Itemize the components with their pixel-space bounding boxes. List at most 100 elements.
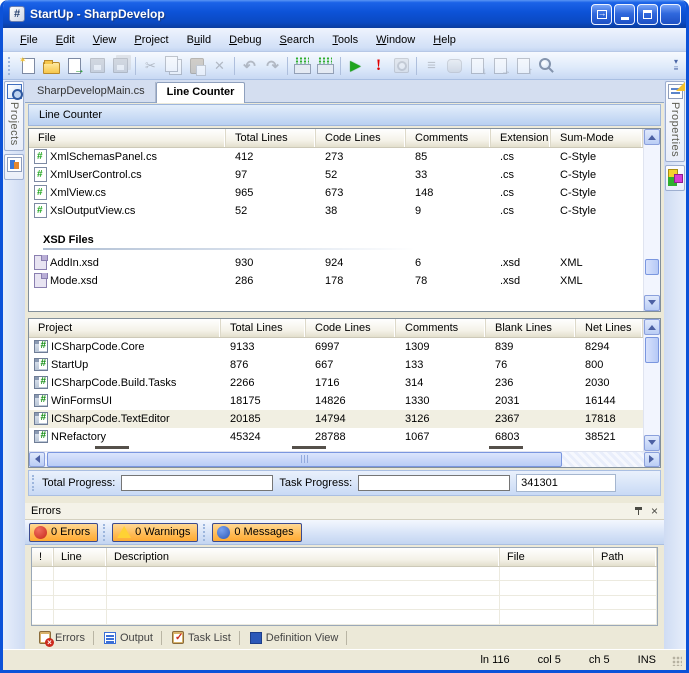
column-header[interactable]: Sum-Mode xyxy=(551,129,643,147)
column-header[interactable]: Description xyxy=(107,548,500,566)
doc-tab-sharpdevelopmain[interactable]: SharpDevelopMain.cs xyxy=(27,82,156,102)
copy-button[interactable] xyxy=(162,55,185,77)
build-solution-button[interactable] xyxy=(291,55,314,77)
column-header[interactable]: File xyxy=(500,548,594,566)
status-insert-mode: INS xyxy=(624,654,670,666)
menu-item[interactable]: Search xyxy=(271,31,324,49)
project-row[interactable]: ICSharpCode.Build.Tasks 2266 1716 314 23… xyxy=(29,374,643,392)
project-row[interactable]: ICSharpCode.Core 9133 6997 1309 839 8294 xyxy=(29,338,643,356)
column-header[interactable]: ! xyxy=(32,548,54,566)
delete-button[interactable]: ✕ xyxy=(208,55,231,77)
file-row[interactable]: XmlSchemasPanel.cs 412 273 85 .cs C-Styl… xyxy=(29,148,643,166)
column-header[interactable]: Comments xyxy=(396,319,486,337)
status-line: ln 116 xyxy=(466,654,523,666)
file-row[interactable]: AddIn.xsd 930 924 6 .xsd XML xyxy=(29,254,643,272)
project-row[interactable]: StartUp 876 667 133 76 800 xyxy=(29,356,643,374)
minimize-button[interactable] xyxy=(614,4,635,25)
scroll-up-button[interactable] xyxy=(644,129,660,145)
pad-tab-output: Output xyxy=(96,628,162,647)
projects-table-scrollbar[interactable] xyxy=(643,319,660,451)
menu-item[interactable]: Build xyxy=(178,31,220,49)
save-button[interactable] xyxy=(86,55,109,77)
task-list-button[interactable]: ≡ xyxy=(420,55,443,77)
step-into-button[interactable] xyxy=(466,55,489,77)
menu-item[interactable]: File xyxy=(11,31,47,49)
scroll-down-button[interactable] xyxy=(644,435,660,451)
file-row[interactable]: XmlUserControl.cs 97 52 33 .cs C-Style xyxy=(29,166,643,184)
column-header[interactable]: File xyxy=(29,129,226,147)
scroll-right-button[interactable] xyxy=(644,452,660,467)
messages-filter-button[interactable]: 0 Messages xyxy=(212,523,301,542)
doc-tab-line-counter[interactable]: Line Counter xyxy=(156,82,246,103)
search-button[interactable] xyxy=(535,55,558,77)
sidebar-tab-classes[interactable] xyxy=(4,154,24,180)
redo-button[interactable]: ↷ xyxy=(261,55,284,77)
column-header[interactable]: Comments xyxy=(406,129,491,147)
scroll-left-button[interactable] xyxy=(29,452,45,467)
project-row[interactable]: ICSharpCode.TextEditor 20185 14794 3126 … xyxy=(29,410,643,428)
step-over-button[interactable] xyxy=(489,55,512,77)
close-icon[interactable]: × xyxy=(651,505,658,517)
file-arrow-button[interactable] xyxy=(63,55,86,77)
scroll-up-button[interactable] xyxy=(644,319,660,335)
resize-grip[interactable] xyxy=(672,656,682,666)
column-header[interactable]: Extension xyxy=(491,129,551,147)
column-header[interactable]: Line xyxy=(54,548,107,566)
toggle-breakpoint-button[interactable] xyxy=(443,55,466,77)
close-button[interactable] xyxy=(660,4,681,25)
open-file-button[interactable] xyxy=(40,55,63,77)
menu-item[interactable]: Help xyxy=(424,31,465,49)
menu-item[interactable]: Window xyxy=(367,31,424,49)
save-all-button[interactable] xyxy=(109,55,132,77)
menu-item[interactable]: View xyxy=(84,31,126,49)
file-row[interactable]: Mode.xsd 286 178 78 .xsd XML xyxy=(29,272,643,290)
column-header[interactable]: Code Lines xyxy=(306,319,396,337)
scroll-down-button[interactable] xyxy=(644,295,660,311)
file-row[interactable]: XslOutputView.cs 52 38 9 .cs C-Style xyxy=(29,202,643,220)
sidebar-tab-toolbox[interactable] xyxy=(665,165,685,191)
maximize-button[interactable] xyxy=(637,4,658,25)
warnings-filter-button[interactable]: 0 Warnings xyxy=(112,523,198,542)
column-header[interactable]: Total Lines xyxy=(226,129,316,147)
scrollbar-thumb[interactable] xyxy=(645,337,659,363)
sidebar-tab-properties[interactable]: Properties xyxy=(665,81,685,162)
paste-button[interactable] xyxy=(185,55,208,77)
column-header[interactable]: Path xyxy=(594,548,657,566)
project-row[interactable]: NRefactory 45324 28788 1067 6803 38521 xyxy=(29,428,643,446)
column-header[interactable]: Net Lines xyxy=(576,319,643,337)
step-out-button[interactable] xyxy=(512,55,535,77)
window-switch-button[interactable] xyxy=(591,4,612,25)
abort-button[interactable]: ! xyxy=(367,55,390,77)
sidebar-tab-projects[interactable]: Projects xyxy=(4,81,24,151)
toolbar-grip[interactable] xyxy=(8,57,12,75)
pin-icon[interactable] xyxy=(634,506,643,516)
project-row[interactable]: WinFormsUI 18175 14826 1330 2031 16144 xyxy=(29,392,643,410)
errors-filter-button[interactable]: 0 Errors xyxy=(29,523,98,542)
menu-item[interactable]: Project xyxy=(125,31,177,49)
menu-item[interactable]: Tools xyxy=(323,31,367,49)
files-table-scrollbar[interactable] xyxy=(643,129,660,311)
scrollbar-thumb[interactable] xyxy=(645,259,659,275)
projects-table-hscrollbar[interactable] xyxy=(29,451,660,467)
column-header[interactable]: Code Lines xyxy=(316,129,406,147)
column-header[interactable]: Project xyxy=(29,319,221,337)
scrollbar-thumb[interactable] xyxy=(47,452,562,467)
errors-grid-header: !LineDescriptionFilePath xyxy=(32,548,657,567)
menu-item[interactable]: Debug xyxy=(220,31,270,49)
pad-tabstrip: Errors Output Task List Definition View xyxy=(25,628,664,649)
title-bar[interactable]: # StartUp - SharpDevelop xyxy=(3,0,686,28)
undo-button[interactable]: ↶ xyxy=(238,55,261,77)
run-button[interactable]: ▶ xyxy=(344,55,367,77)
new-file-button[interactable] xyxy=(17,55,40,77)
toolbar-overflow-button[interactable]: ▾≡ xyxy=(670,54,682,78)
file-row[interactable]: XmlView.cs 965 673 148 .cs C-Style xyxy=(29,184,643,202)
app-icon: # xyxy=(9,6,25,22)
stop-button[interactable] xyxy=(390,55,413,77)
files-table: FileTotal LinesCode LinesCommentsExtensi… xyxy=(28,128,661,312)
rebuild-solution-button[interactable] xyxy=(314,55,337,77)
column-header[interactable]: Total Lines xyxy=(221,319,306,337)
menu-item[interactable]: Edit xyxy=(47,31,84,49)
column-header[interactable]: Blank Lines xyxy=(486,319,576,337)
progress-strip-grip[interactable] xyxy=(32,475,36,491)
cut-button[interactable]: ✂ xyxy=(139,55,162,77)
